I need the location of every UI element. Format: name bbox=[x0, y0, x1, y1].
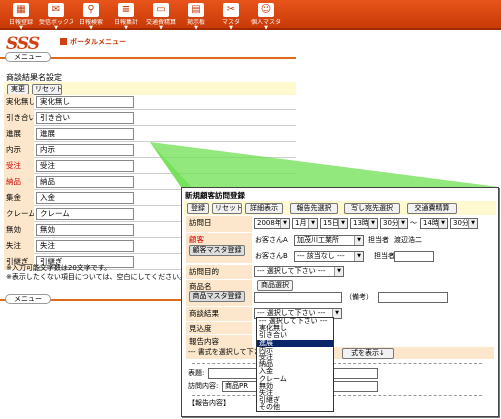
person-label: 担当者 bbox=[368, 236, 389, 244]
day-select[interactable]: 15日 ▼ bbox=[320, 218, 348, 229]
dropdown-arrow-icon: ▼ bbox=[368, 219, 377, 228]
heading-input[interactable] bbox=[208, 368, 260, 379]
result-value: --- 選択して下さい --- bbox=[257, 309, 326, 317]
dropdown-arrow-icon: ▼ bbox=[334, 267, 343, 276]
year-value: 2008年 bbox=[257, 219, 282, 227]
dropdown-option[interactable]: その他 bbox=[257, 404, 333, 411]
start-min-value: 30分 bbox=[383, 219, 399, 227]
customer-a-select[interactable]: 加茂川工業所 ▼ bbox=[294, 235, 364, 246]
dropdown-arrow-icon: ▼ bbox=[398, 219, 407, 228]
end-min-select[interactable]: 30分 ▼ bbox=[450, 218, 478, 229]
purpose-value: --- 選択して下さい --- bbox=[257, 267, 326, 275]
end-hour-value: 14時 bbox=[423, 219, 439, 227]
person-b-label: 担当者 bbox=[374, 252, 395, 260]
heading-input-2[interactable] bbox=[332, 368, 378, 379]
customer-a-value: 加茂川工業所 bbox=[297, 236, 339, 244]
person-value: 渡辺浩二 bbox=[394, 236, 422, 244]
year-select[interactable]: 2008年 ▼ bbox=[254, 218, 290, 229]
visit-content-input-2[interactable] bbox=[332, 381, 378, 392]
format-show-button[interactable]: 式を表示↓ bbox=[342, 348, 394, 359]
dialog-title: 新規顧客訪問登録 bbox=[185, 191, 245, 200]
person-b-input[interactable] bbox=[394, 251, 434, 262]
customer-b-value: --- 該当なし --- bbox=[297, 252, 345, 260]
month-value: 1月 bbox=[295, 219, 307, 227]
start-min-select[interactable]: 30分 ▼ bbox=[380, 218, 408, 229]
start-hour-select[interactable]: 13時 ▼ bbox=[350, 218, 378, 229]
customer-master-button[interactable]: 顧客マスタ登録 bbox=[189, 245, 245, 256]
customer-b-label: お客さんB bbox=[255, 252, 288, 260]
product-input[interactable] bbox=[254, 292, 342, 303]
dropdown-arrow-icon: ▼ bbox=[468, 219, 477, 228]
end-min-value: 30分 bbox=[453, 219, 469, 227]
visit-content-value: 商品PR bbox=[225, 382, 249, 390]
register-button[interactable]: 登録 bbox=[187, 203, 209, 214]
customer-a-label: お客さんA bbox=[255, 236, 288, 244]
detail-view-button[interactable]: 詳細表示 bbox=[245, 203, 283, 214]
report-label: 報告内容 bbox=[186, 335, 252, 347]
end-hour-select[interactable]: 14時 ▼ bbox=[420, 218, 448, 229]
tilde: 〜 bbox=[410, 219, 417, 227]
dropdown-arrow-icon: ▼ bbox=[354, 252, 363, 261]
copy-dest-button[interactable]: 写し宛先選択 bbox=[344, 203, 400, 214]
result-label: 商談結果 bbox=[186, 307, 252, 321]
purpose-select[interactable]: --- 選択して下さい --- ▼ bbox=[254, 266, 344, 277]
start-hour-value: 13時 bbox=[353, 219, 369, 227]
customer-b-select[interactable]: --- 該当なし --- ▼ bbox=[294, 251, 364, 262]
forecast-label: 見込度 bbox=[186, 322, 252, 334]
visit-date-label: 訪問日 bbox=[186, 216, 252, 232]
visit-registration-dialog: 新規顧客訪問登録 登録 リセット 詳細表示 報告先選択 写し宛先選択 交通費精算… bbox=[181, 187, 499, 417]
dialog-reset-button[interactable]: リセット bbox=[212, 203, 242, 214]
dropdown-arrow-icon: ▼ bbox=[308, 219, 317, 228]
heading-label: 表題: bbox=[188, 369, 205, 377]
dropdown-arrow-icon: ▼ bbox=[438, 219, 447, 228]
month-select[interactable]: 1月 ▼ bbox=[292, 218, 318, 229]
day-value: 15日 bbox=[323, 219, 339, 227]
product-select-button[interactable]: 商品選択 bbox=[257, 280, 293, 291]
product-master-button[interactable]: 商品マスタ登録 bbox=[189, 291, 245, 302]
dropdown-arrow-icon: ▼ bbox=[338, 219, 347, 228]
purpose-label: 訪問目的 bbox=[186, 265, 252, 279]
report-content-label: 【報告内容】 bbox=[188, 399, 230, 407]
transport-expense-button[interactable]: 交通費精算 bbox=[407, 203, 457, 214]
report-dest-button[interactable]: 報告先選択 bbox=[290, 203, 338, 214]
remarks-input[interactable] bbox=[378, 292, 448, 303]
dropdown-arrow-icon: ▼ bbox=[280, 219, 289, 228]
remarks-label: （備考） bbox=[345, 293, 373, 301]
visit-content-label: 訪問内容: bbox=[188, 382, 219, 390]
result-dropdown-list[interactable]: --- 選択して下さい --- 実化無し 引き合い 進展 内示 受注 納品 入金 クレーム 無効失… bbox=[256, 317, 334, 413]
dropdown-arrow-icon: ▼ bbox=[354, 236, 363, 245]
dashed-divider-2 bbox=[192, 395, 482, 396]
dashed-divider bbox=[192, 363, 482, 364]
